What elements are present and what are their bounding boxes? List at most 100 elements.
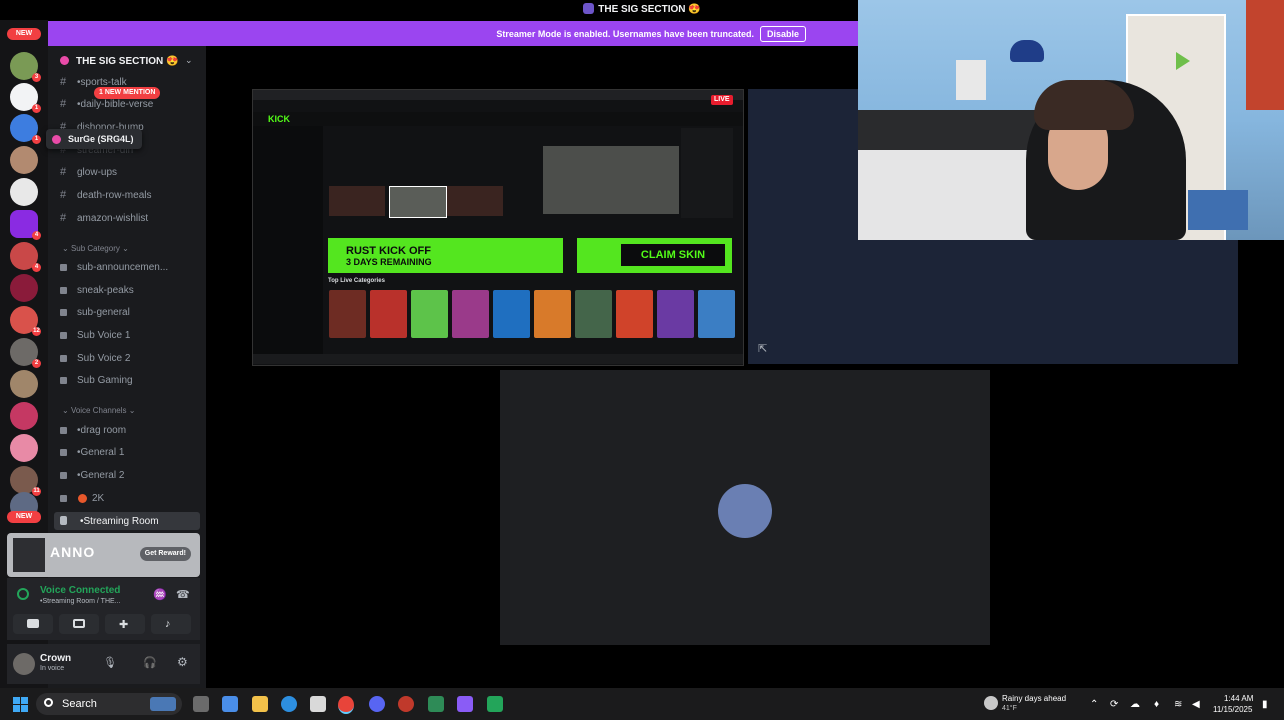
channel-sub-voice-1[interactable]: Sub Voice 1 — [48, 327, 206, 345]
speaker-icon — [60, 495, 67, 502]
windows-start-icon[interactable] — [13, 697, 28, 712]
new-mention-pill[interactable]: 1 NEW MENTION — [94, 87, 161, 99]
clock-time[interactable]: 1:44 AM — [1224, 694, 1253, 703]
activities-button[interactable]: ✚ — [105, 614, 145, 634]
voice-panel: Voice Connected •Streaming Room / THE...… — [7, 578, 200, 640]
clock-date[interactable]: 11/15/2025 — [1213, 705, 1252, 714]
server-icon — [583, 3, 595, 14]
windows-taskbar: Search Rainy days ahead 41°F ⌃ ⟳ ☁ ♦ ≋ ◀… — [0, 688, 1284, 720]
store-icon[interactable] — [310, 696, 326, 712]
speaker-icon — [60, 309, 67, 316]
channel-glow-ups[interactable]: # glow-ups — [48, 164, 206, 182]
disable-button[interactable]: Disable — [759, 26, 806, 42]
soundboard-button[interactable]: ♪ — [151, 614, 191, 634]
webcam-basket — [1188, 190, 1248, 230]
channel-sub-gaming[interactable]: Sub Gaming — [48, 372, 206, 390]
server-icon-4[interactable] — [10, 146, 38, 174]
server-icon-14[interactable]: 11 — [10, 466, 41, 496]
kick-thumb-2 — [389, 186, 447, 218]
app-icon-red[interactable] — [398, 696, 414, 712]
channel-sub-voice-2[interactable]: Sub Voice 2 — [48, 350, 206, 368]
channel-2k[interactable]: 2K — [48, 490, 206, 508]
weather-icon[interactable] — [984, 696, 998, 710]
new-unread-pill[interactable]: NEW — [7, 28, 41, 40]
webcam-hair — [1034, 80, 1134, 130]
channel-sneak-peaks[interactable]: sneak-peaks — [48, 282, 206, 300]
hash-icon: # — [60, 189, 67, 201]
copilot-icon[interactable] — [222, 696, 238, 712]
edge-icon[interactable] — [281, 696, 297, 712]
category-card — [657, 290, 694, 338]
promo-card[interactable]: ANNO Get Reward! — [7, 533, 200, 577]
camera-button[interactable] — [13, 614, 53, 634]
sync-icon[interactable]: ⟳ — [1110, 699, 1118, 710]
cloud-icon[interactable]: ☁ — [1130, 699, 1140, 710]
server-header[interactable]: THE SIG SECTION 😍 ⌄ — [48, 46, 206, 76]
notification-icon[interactable]: ▮ — [1262, 699, 1268, 710]
server-icon-11[interactable] — [10, 370, 38, 398]
headphones-icon[interactable]: 🎧 — [143, 656, 157, 669]
kick-thumb-1 — [329, 186, 385, 216]
chrome-icon[interactable] — [338, 696, 354, 714]
browser-tab-bar — [253, 90, 743, 100]
participant-avatar[interactable] — [718, 484, 772, 538]
category-card — [370, 290, 407, 338]
category-sub[interactable]: ⌄ Sub Category ⌄ — [62, 244, 129, 253]
discord-icon[interactable] — [369, 696, 385, 712]
gear-icon[interactable]: ⚙ — [177, 655, 188, 669]
taskbar-search[interactable]: Search — [36, 693, 182, 715]
server-icon-6[interactable]: 4 — [10, 210, 41, 240]
channel-general-1[interactable]: •General 1 — [48, 444, 206, 462]
stream-icon[interactable]: ⇱ — [758, 342, 767, 355]
user-panel: Crown In voice 🎙 🎧 ⚙ — [7, 644, 200, 684]
server-icon-5[interactable] — [10, 178, 38, 206]
category-card — [616, 290, 653, 338]
signal-icon[interactable] — [17, 588, 29, 600]
server-icon-2[interactable]: 1 — [10, 83, 41, 113]
channel-death-row-meals[interactable]: # death-row-meals — [48, 187, 206, 205]
server-icon-3[interactable]: 1 — [10, 114, 41, 144]
app-icon-green[interactable] — [428, 696, 444, 712]
avatar[interactable] — [13, 653, 35, 675]
mic-tray-icon[interactable]: ♦ — [1154, 699, 1159, 710]
channel-amazon-wishlist[interactable]: # amazon-wishlist — [48, 210, 206, 228]
category-voice[interactable]: ⌄ Voice Channels ⌄ — [62, 406, 135, 415]
speaker-icon — [60, 287, 67, 294]
fire-icon — [78, 494, 87, 503]
volume-icon[interactable]: ◀ — [1192, 699, 1200, 710]
channel-general-2[interactable]: •General 2 — [48, 467, 206, 485]
screen-share-button[interactable] — [59, 614, 99, 634]
wifi-icon[interactable]: ≋ — [1174, 699, 1182, 710]
server-icon-12[interactable] — [10, 402, 38, 430]
kick-sidebar — [253, 126, 323, 364]
category-card — [493, 290, 530, 338]
weather-title[interactable]: Rainy days ahead — [1002, 694, 1066, 703]
speaker-icon — [60, 449, 67, 456]
new-unread-pill-bottom[interactable]: NEW — [7, 511, 41, 523]
promo-headline: RUST KICK OFF — [346, 245, 431, 257]
microphone-icon[interactable]: 🎙 — [103, 656, 117, 669]
noise-suppression-icon[interactable]: ♒ — [153, 588, 167, 601]
file-explorer-icon[interactable] — [252, 696, 268, 712]
activities-icon: ✚ — [119, 619, 129, 631]
server-icon-1[interactable]: 3 — [10, 52, 41, 82]
user-name: Crown — [40, 653, 72, 664]
server-icon-10[interactable]: 2 — [10, 338, 41, 368]
server-icon-8[interactable] — [10, 274, 38, 302]
app-icon-teal[interactable] — [487, 696, 503, 712]
server-icon-9[interactable]: 12 — [10, 306, 41, 336]
channel-drag-room[interactable]: •drag room — [48, 422, 206, 440]
screen-share-tile[interactable]: KICK LIVE RUST KICK OFF 3 DAYS REMAINING… — [252, 89, 744, 366]
voice-channel-link[interactable]: •Streaming Room / THE... — [40, 598, 121, 605]
channel-sub-announcements[interactable]: sub-announcemen... — [48, 259, 206, 277]
chevron-up-icon[interactable]: ⌃ — [1090, 699, 1098, 710]
server-icon-13[interactable] — [10, 434, 38, 462]
task-view-icon[interactable] — [193, 696, 209, 712]
channel-streaming-room[interactable]: •Streaming Room — [54, 512, 200, 530]
channel-sub-general[interactable]: sub-general — [48, 304, 206, 322]
disconnect-icon[interactable]: ☎ — [176, 588, 190, 601]
hash-icon: # — [60, 76, 67, 88]
get-reward-button[interactable]: Get Reward! — [139, 547, 191, 561]
twitch-icon[interactable] — [457, 696, 473, 712]
server-icon-7[interactable]: 4 — [10, 242, 41, 272]
